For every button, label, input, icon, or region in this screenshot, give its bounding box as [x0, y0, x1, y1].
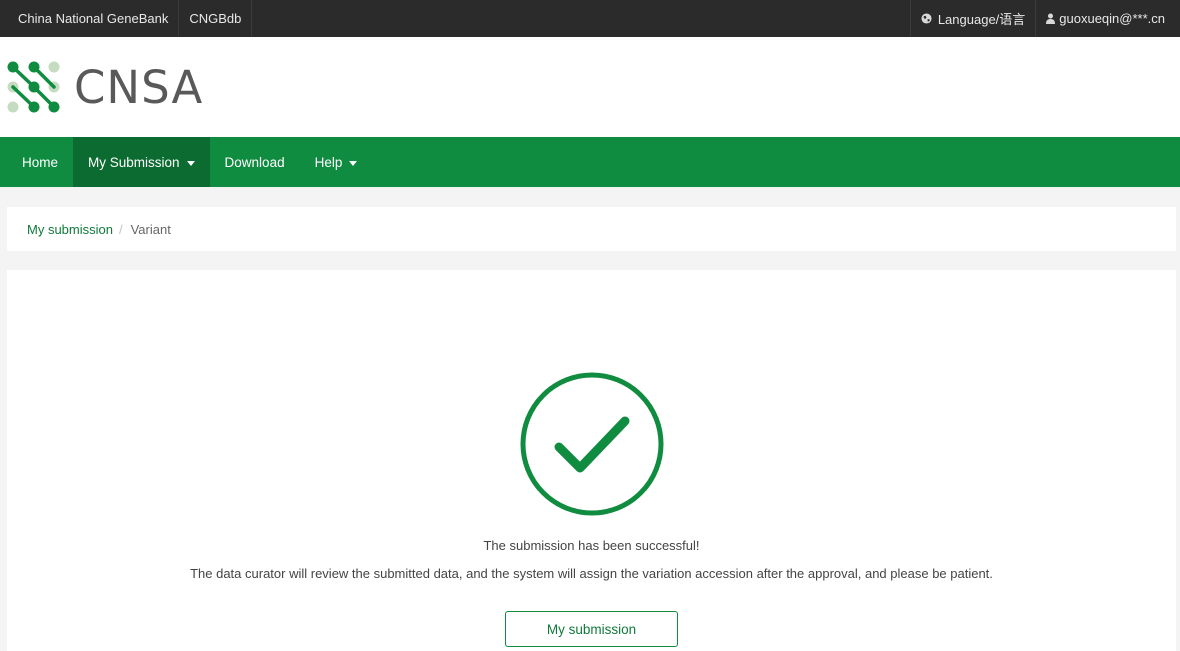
nav-my-submission-label: My Submission: [88, 154, 180, 170]
top-bar-left: China National GeneBank CNGBdb: [0, 0, 253, 37]
nav-home[interactable]: Home: [7, 137, 73, 187]
success-panel: The submission has been successful! The …: [7, 270, 1176, 651]
check-circle-icon: [520, 372, 664, 516]
my-submission-button[interactable]: My submission: [505, 611, 678, 647]
breadcrumb-separator: /: [118, 221, 123, 237]
language-label: Language/语言: [937, 12, 1026, 27]
user-account-menu[interactable]: guoxueqin@***.cn: [1035, 0, 1180, 37]
breadcrumb-my-submission-link[interactable]: My submission: [27, 222, 113, 237]
breadcrumb: My submission / Variant: [7, 207, 1176, 251]
nav-download[interactable]: Download: [210, 137, 300, 187]
success-title: The submission has been successful!: [483, 538, 700, 553]
cnsa-logo[interactable]: CNSA: [7, 61, 203, 113]
main-nav: Home My Submission Download Help: [0, 137, 1180, 187]
globe-icon: [921, 13, 932, 24]
nav-help-label: Help: [314, 154, 343, 170]
nav-my-submission[interactable]: My Submission: [73, 137, 210, 187]
success-detail: The data curator will review the submitt…: [190, 566, 993, 581]
cnsa-logo-icon: [7, 61, 60, 113]
caret-down-icon: [186, 160, 195, 166]
breadcrumb-current: Variant: [130, 221, 171, 237]
top-bar: China National GeneBank CNGBdb Language/…: [0, 0, 1180, 37]
top-bar-right: Language/语言 guoxueqin@***.cn: [909, 0, 1180, 37]
caret-down-icon: [349, 160, 358, 166]
nav-help[interactable]: Help: [300, 137, 373, 187]
language-switch[interactable]: Language/语言: [909, 0, 1035, 37]
nav-download-label: Download: [224, 154, 285, 170]
user-email: guoxueqin@***.cn: [1059, 11, 1165, 26]
user-icon: [1046, 13, 1056, 24]
logo-text: CNSA: [74, 60, 204, 114]
site-header: CNSA: [0, 37, 1180, 137]
cngbdb-link[interactable]: CNGBdb: [179, 0, 253, 37]
nav-home-label: Home: [22, 154, 59, 170]
china-national-genebank-link[interactable]: China National GeneBank: [0, 0, 180, 37]
